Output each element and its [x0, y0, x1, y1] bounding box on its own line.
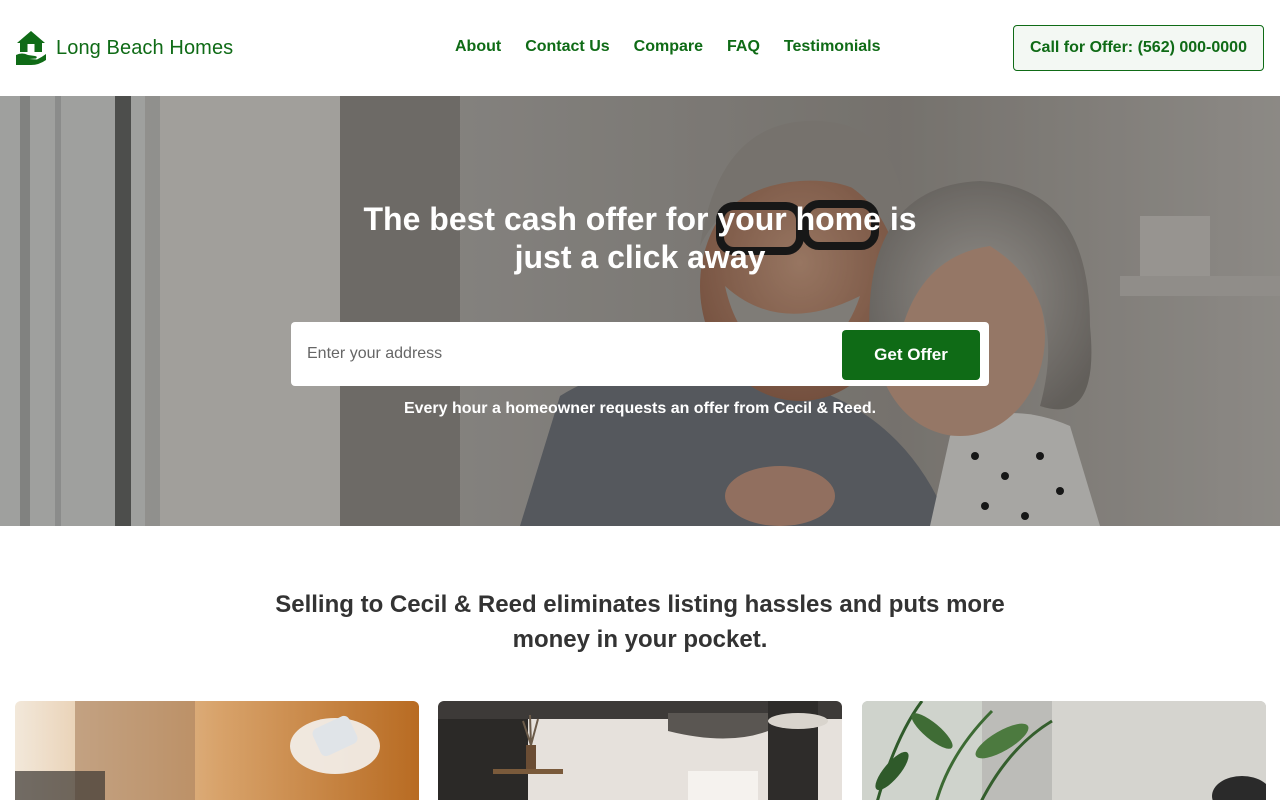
- main-nav: About Contact Us Compare FAQ Testimonial…: [443, 37, 893, 57]
- nav-link-faq[interactable]: FAQ: [715, 37, 772, 57]
- nav-link-contact-us[interactable]: Contact Us: [513, 37, 621, 57]
- nav-link-testimonials[interactable]: Testimonials: [772, 37, 893, 57]
- get-offer-button[interactable]: Get Offer: [842, 330, 980, 380]
- plants-interior-photo: [862, 701, 1266, 800]
- section-title: Selling to Cecil & Reed eliminates listi…: [275, 591, 1005, 653]
- hand-holding-phone-photo: [15, 701, 419, 800]
- hero-title: The best cash offer for your home is jus…: [363, 201, 917, 275]
- brand-logo-link[interactable]: Long Beach Homes: [15, 30, 233, 66]
- nav-link-compare[interactable]: Compare: [622, 37, 715, 57]
- hero-subtitle: Every hour a homeowner requests an offer…: [403, 400, 877, 417]
- site-header: Long Beach Homes About Contact Us Compar…: [0, 0, 1280, 96]
- call-for-offer-button[interactable]: Call for Offer: (562) 000-0000: [1013, 25, 1264, 71]
- feature-card-2[interactable]: [438, 701, 842, 800]
- feature-card-3[interactable]: [862, 701, 1266, 800]
- hero-overlay: [0, 96, 1280, 526]
- house-hand-icon: [16, 31, 46, 65]
- kitchen-interior-photo: [438, 701, 842, 800]
- nav-link-about[interactable]: About: [443, 37, 513, 57]
- brand-name: Long Beach Homes: [56, 36, 234, 59]
- address-search-form: Get Offer: [291, 322, 989, 386]
- address-input[interactable]: [303, 334, 833, 374]
- hero-section: The best cash offer for your home is jus…: [0, 96, 1280, 526]
- feature-card-1[interactable]: [15, 701, 419, 800]
